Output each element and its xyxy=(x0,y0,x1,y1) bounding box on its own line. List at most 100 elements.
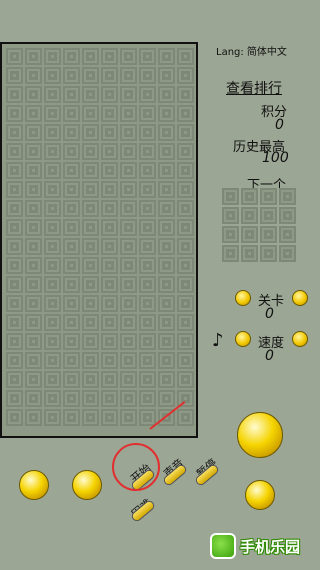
grid-cell xyxy=(119,294,138,313)
language-selector[interactable]: Lang: 简体中文 xyxy=(216,43,287,58)
grid-cell xyxy=(157,66,176,85)
grid-cell xyxy=(138,294,157,313)
speed-down-button[interactable] xyxy=(235,331,251,347)
grid-cell xyxy=(5,104,24,123)
rotate-button[interactable] xyxy=(237,412,283,458)
grid-cell xyxy=(176,256,195,275)
grid-cell xyxy=(119,351,138,370)
grid-cell xyxy=(157,142,176,161)
grid-cell xyxy=(62,180,81,199)
grid-cell xyxy=(100,66,119,85)
grid-cell xyxy=(81,104,100,123)
grid-cell xyxy=(100,351,119,370)
grid-cell xyxy=(81,218,100,237)
grid-cell xyxy=(138,104,157,123)
down-button[interactable] xyxy=(245,480,275,510)
grid-cell xyxy=(62,123,81,142)
grid-cell xyxy=(5,47,24,66)
grid-cell xyxy=(278,244,297,263)
grid-cell xyxy=(24,237,43,256)
grid-cell xyxy=(5,332,24,351)
grid-cell xyxy=(176,123,195,142)
grid-cell xyxy=(81,161,100,180)
speed-value: 0 xyxy=(265,348,274,364)
grid-cell xyxy=(176,218,195,237)
grid-cell xyxy=(24,256,43,275)
grid-cell xyxy=(221,225,240,244)
grid-cell xyxy=(24,161,43,180)
left-button[interactable] xyxy=(19,470,49,500)
grid-cell xyxy=(81,123,100,142)
grid-cell xyxy=(138,142,157,161)
grid-cell xyxy=(221,244,240,263)
grid-cell xyxy=(81,370,100,389)
grid-cell xyxy=(43,389,62,408)
grid-cell xyxy=(43,142,62,161)
grid-cell xyxy=(119,66,138,85)
grid-cell xyxy=(138,389,157,408)
grid-cell xyxy=(278,187,297,206)
grid-cell xyxy=(176,199,195,218)
watermark: 手机乐园 xyxy=(210,531,318,561)
grid-cell xyxy=(81,66,100,85)
grid-cell xyxy=(81,256,100,275)
grid-cell xyxy=(138,313,157,332)
grid-cell xyxy=(157,180,176,199)
music-note-icon[interactable]: ♪ xyxy=(212,330,224,351)
view-leaderboard-link[interactable]: 查看排行 xyxy=(226,78,282,98)
grid-cell xyxy=(81,408,100,427)
grid-cell xyxy=(43,294,62,313)
grid-cell xyxy=(100,123,119,142)
grid-cell xyxy=(138,66,157,85)
grid-cell xyxy=(240,206,259,225)
grid-cell xyxy=(24,47,43,66)
grid-cell xyxy=(138,218,157,237)
grid-cell xyxy=(119,142,138,161)
level-down-button[interactable] xyxy=(235,290,251,306)
grid-cell xyxy=(62,85,81,104)
grid-cell xyxy=(62,294,81,313)
grid-cell xyxy=(176,85,195,104)
grid-cell xyxy=(81,199,100,218)
grid-cell xyxy=(119,85,138,104)
grid-cell xyxy=(24,199,43,218)
grid-cell xyxy=(43,199,62,218)
grid-cell xyxy=(24,142,43,161)
grid-cell xyxy=(5,256,24,275)
grid-cell xyxy=(24,389,43,408)
grid-cell xyxy=(119,161,138,180)
grid-cell xyxy=(176,47,195,66)
grid-cell xyxy=(157,256,176,275)
grid-cell xyxy=(119,256,138,275)
grid-cell xyxy=(81,85,100,104)
grid-cell xyxy=(43,161,62,180)
right-button[interactable] xyxy=(72,470,102,500)
grid-cell xyxy=(43,123,62,142)
level-up-button[interactable] xyxy=(292,290,308,306)
grid-cell xyxy=(62,408,81,427)
speed-up-button[interactable] xyxy=(292,331,308,347)
grid-cell xyxy=(176,161,195,180)
grid-cell xyxy=(157,47,176,66)
level-value: 0 xyxy=(265,306,274,322)
grid-cell xyxy=(100,408,119,427)
grid-cell xyxy=(100,313,119,332)
grid-cell xyxy=(157,313,176,332)
grid-cell xyxy=(138,351,157,370)
grid-cell xyxy=(138,332,157,351)
grid-cell xyxy=(157,104,176,123)
grid-cell xyxy=(5,294,24,313)
grid-cell xyxy=(119,199,138,218)
grid-cell xyxy=(24,85,43,104)
score-value: 0 xyxy=(275,117,284,133)
grid-cell xyxy=(138,256,157,275)
grid-cell xyxy=(119,47,138,66)
grid-cell xyxy=(176,313,195,332)
grid-cell xyxy=(24,180,43,199)
grid-cell xyxy=(43,85,62,104)
highlight-circle xyxy=(112,443,160,491)
grid-cell xyxy=(5,180,24,199)
grid-cell xyxy=(100,161,119,180)
grid-cell xyxy=(24,408,43,427)
grid-cell xyxy=(278,225,297,244)
